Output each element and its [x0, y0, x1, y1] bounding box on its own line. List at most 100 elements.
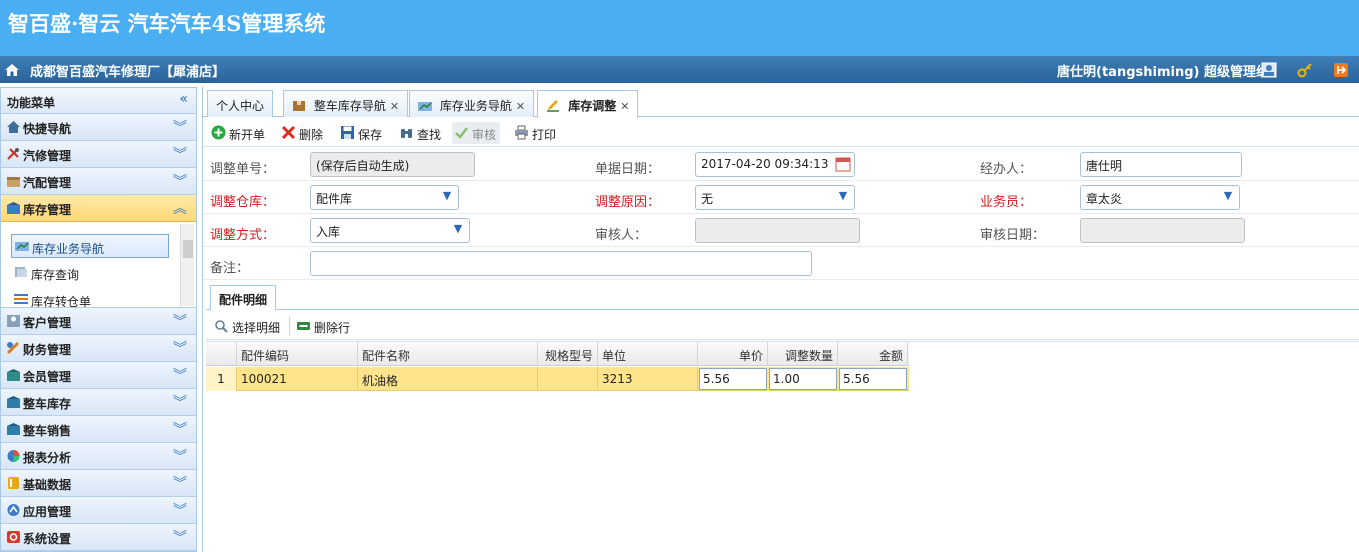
salesman-select[interactable]: 章太炎 ▼ — [1080, 185, 1240, 210]
database-icon — [8, 477, 19, 489]
finance-icon — [6, 341, 20, 355]
menu-group-apps[interactable]: 应用管理 ︾ — [1, 497, 196, 524]
key-icon[interactable] — [1297, 62, 1313, 78]
main-panel: 个人中心 整车库存导航 ✕ 库存业务导航 ✕ 库存调整 ✕ 新开单 删除 保存 … — [202, 87, 1359, 552]
home-icon[interactable] — [4, 63, 20, 77]
menu-group-base-data[interactable]: 基础数据 ︾ — [1, 470, 196, 497]
add-icon — [211, 125, 226, 140]
menu-group-customer[interactable]: 客户管理 ︾ — [1, 308, 196, 335]
auditor-field[interactable] — [695, 218, 860, 243]
tab-personal-center[interactable]: 个人中心 — [207, 90, 274, 117]
tab-parts-detail[interactable]: 配件明细 — [210, 285, 277, 310]
close-icon[interactable]: ✕ — [390, 100, 399, 113]
find-button[interactable]: 查找 — [397, 122, 445, 144]
date-field[interactable]: 2017-04-20 09:34:13 — [695, 152, 855, 177]
doc-no-field[interactable]: (保存后自动生成) — [310, 152, 475, 177]
warehouse-icon — [7, 202, 20, 214]
pie-chart-icon — [7, 450, 20, 462]
handler-field[interactable]: 唐仕明 — [1080, 152, 1242, 177]
chevron-down-icon: ︾ — [173, 395, 187, 411]
handler-label: 经办人： — [980, 162, 1033, 177]
menu-group-quick-nav[interactable]: 快捷导航 ︾ — [1, 114, 196, 141]
chevron-down-icon: ︾ — [173, 422, 187, 438]
close-icon[interactable]: ✕ — [620, 100, 629, 113]
col-code[interactable]: 配件编码 — [237, 342, 358, 366]
chevron-up-icon: ︽ — [173, 201, 187, 217]
col-qty[interactable]: 调整数量 — [768, 342, 838, 366]
reason-select[interactable]: 无 ▼ — [695, 185, 855, 210]
col-price[interactable]: 单价 — [698, 342, 768, 366]
profile-icon[interactable] — [1261, 62, 1277, 78]
submenu-item-inventory-query[interactable]: 库存查询 — [11, 261, 169, 285]
chevron-down-icon: ︾ — [173, 449, 187, 465]
menu-group-vehicle-sales[interactable]: 整车销售 ︾ — [1, 416, 196, 443]
cell-unit[interactable]: 3213 — [598, 367, 698, 391]
wrench-icon — [7, 148, 19, 160]
col-unit[interactable]: 单位 — [598, 342, 698, 366]
col-name[interactable]: 配件名称 — [358, 342, 538, 366]
top-banner: 智百盛·智云 汽车汽车4S管理系统 — [0, 0, 1359, 56]
cell-code[interactable]: 100021 — [237, 367, 358, 391]
method-select[interactable]: 入库 ▼ — [310, 218, 470, 243]
tab-inventory-adjust[interactable]: 库存调整 ✕ — [537, 90, 639, 118]
tab-inventory-business-nav[interactable]: 库存业务导航 ✕ — [409, 90, 535, 117]
delete-icon — [281, 125, 296, 140]
sidebar: 功能菜单 « 快捷导航 ︾ 汽修管理 ︾ 汽配管理 ︾ 库存管理 ︽ 库存业务导… — [0, 87, 197, 552]
menu-group-reports[interactable]: 报表分析 ︾ — [1, 443, 196, 470]
cell-spec[interactable] — [538, 367, 598, 391]
collapse-sidebar-icon[interactable]: « — [179, 91, 188, 107]
chevron-down-icon: ︾ — [173, 530, 187, 546]
list-icon — [14, 294, 28, 304]
audit-date-field[interactable] — [1080, 218, 1245, 243]
chevron-down-icon[interactable]: ▼ — [835, 189, 851, 206]
amount-input[interactable]: 5.56 — [839, 368, 907, 390]
cell-name[interactable]: 机油格 — [358, 367, 538, 391]
menu-group-inventory[interactable]: 库存管理 ︽ — [1, 195, 196, 222]
menu-group-system[interactable]: 系统设置 ︾ — [1, 524, 196, 551]
binoculars-icon — [401, 129, 412, 138]
chevron-down-icon[interactable]: ▼ — [1220, 189, 1236, 206]
car-sale-icon — [7, 423, 20, 435]
col-spec[interactable]: 规格型号 — [538, 342, 598, 366]
close-icon[interactable]: ✕ — [516, 100, 525, 113]
calendar-icon[interactable] — [835, 156, 851, 172]
menu-group-vehicle-stock[interactable]: 整车库存 ︾ — [1, 389, 196, 416]
app-title: 智百盛·智云 汽车汽车4S管理系统 — [8, 11, 326, 36]
menu-group-member[interactable]: 会员管理 ︾ — [1, 362, 196, 389]
delete-row-button[interactable]: 删除行 — [294, 316, 354, 336]
audit-button[interactable]: 审核 — [452, 122, 501, 144]
col-amount[interactable]: 金额 — [838, 342, 908, 366]
price-input[interactable]: 5.56 — [699, 368, 767, 390]
save-button[interactable]: 保存 — [338, 122, 386, 144]
qty-input[interactable]: 1.00 — [769, 368, 837, 390]
toolbar: 新开单 删除 保存 查找 审核 打印 — [203, 118, 1359, 147]
submenu-item-inventory-nav[interactable]: 库存业务导航 — [11, 234, 169, 258]
search-icon — [215, 320, 228, 333]
submenu-scrollbar[interactable] — [180, 224, 194, 306]
menu-group-finance[interactable]: 财务管理 ︾ — [1, 335, 196, 362]
chevron-down-icon[interactable]: ▼ — [439, 189, 455, 206]
table-row[interactable]: 1 100021 机油格 3213 5.56 1.00 5.56 — [206, 367, 909, 391]
menu-group-parts[interactable]: 汽配管理 ︾ — [1, 168, 196, 195]
grid-header: 配件编码 配件名称 规格型号 单位 单价 调整数量 金额 — [206, 342, 909, 366]
contact-icon — [7, 315, 20, 327]
remark-field[interactable] — [310, 251, 812, 276]
chevron-down-icon: ︾ — [173, 368, 187, 384]
form-row-2: 调整仓库： 配件库 ▼ 调整原因： 无 ▼ 业务员： 章太炎 ▼ — [203, 181, 1359, 214]
audit-date-label: 审核日期： — [980, 228, 1046, 243]
warehouse-label: 调整仓库： — [210, 195, 276, 210]
select-detail-button[interactable]: 选择明细 — [212, 316, 284, 336]
new-bill-button[interactable]: 新开单 — [209, 122, 269, 144]
chevron-down-icon[interactable]: ▼ — [450, 222, 466, 239]
print-button[interactable]: 打印 — [512, 122, 560, 144]
salesman-label: 业务员： — [980, 195, 1033, 210]
auditor-label: 审核人： — [595, 228, 648, 243]
warehouse-select[interactable]: 配件库 ▼ — [310, 185, 459, 210]
tab-vehicle-stock-nav[interactable]: 整车库存导航 ✕ — [283, 90, 409, 117]
row-number: 1 — [206, 367, 237, 391]
menu-group-repair[interactable]: 汽修管理 ︾ — [1, 141, 196, 168]
submenu-item-transfer[interactable]: 库存转仓单 — [11, 288, 169, 307]
current-user: 唐仕明(tangshiming) 超级管理组 — [1057, 65, 1269, 80]
logout-icon[interactable] — [1333, 62, 1349, 78]
delete-button[interactable]: 删除 — [279, 122, 327, 144]
